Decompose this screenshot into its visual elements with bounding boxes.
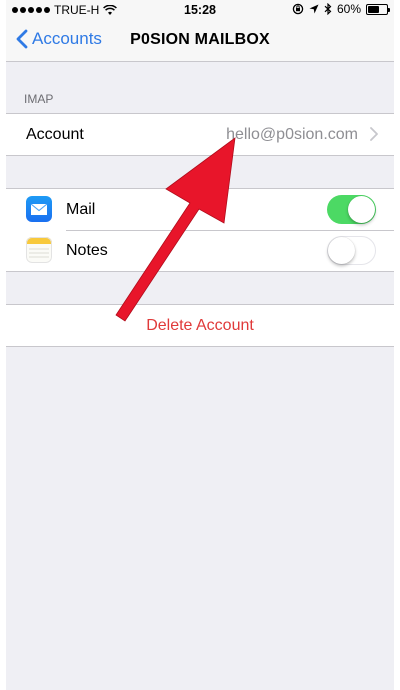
rotation-lock-icon <box>292 3 304 15</box>
battery-level <box>368 5 379 13</box>
location-icon <box>309 4 319 14</box>
battery-icon <box>366 3 390 15</box>
battery-percent: 60% <box>336 2 361 16</box>
status-right: 60% <box>292 2 390 16</box>
toggle-knob <box>328 237 355 264</box>
page-title: P0SION MAILBOX <box>130 31 270 48</box>
navigation-bar: Accounts P0SION MAILBOX <box>6 20 394 62</box>
toggle-knob <box>348 196 375 223</box>
mail-icon <box>26 196 52 222</box>
app-row-mail: Mail <box>6 189 394 230</box>
notes-icon <box>26 237 52 263</box>
delete-account-label: Delete Account <box>146 316 254 334</box>
app-label-mail: Mail <box>66 201 96 218</box>
delete-account-button[interactable]: Delete Account <box>6 305 394 346</box>
app-label-notes: Notes <box>66 242 108 259</box>
apps-group: Mail Notes <box>6 188 394 272</box>
app-row-notes: Notes <box>6 230 394 271</box>
account-label: Account <box>26 126 84 143</box>
mail-toggle[interactable] <box>327 195 376 224</box>
account-row[interactable]: Account hello@p0sion.com <box>6 114 394 155</box>
chevron-right-icon <box>370 127 378 141</box>
notes-toggle[interactable] <box>327 236 376 265</box>
section-header-imap: IMAP <box>24 92 54 106</box>
status-bar: TRUE-H 15:28 60% <box>6 0 394 20</box>
account-group: Account hello@p0sion.com <box>6 113 394 156</box>
bluetooth-icon <box>324 3 332 15</box>
delete-group: Delete Account <box>6 304 394 347</box>
settings-screen: TRUE-H 15:28 60% Accounts P0SION MAILBOX… <box>6 0 394 690</box>
account-email-value: hello@p0sion.com <box>226 126 358 143</box>
